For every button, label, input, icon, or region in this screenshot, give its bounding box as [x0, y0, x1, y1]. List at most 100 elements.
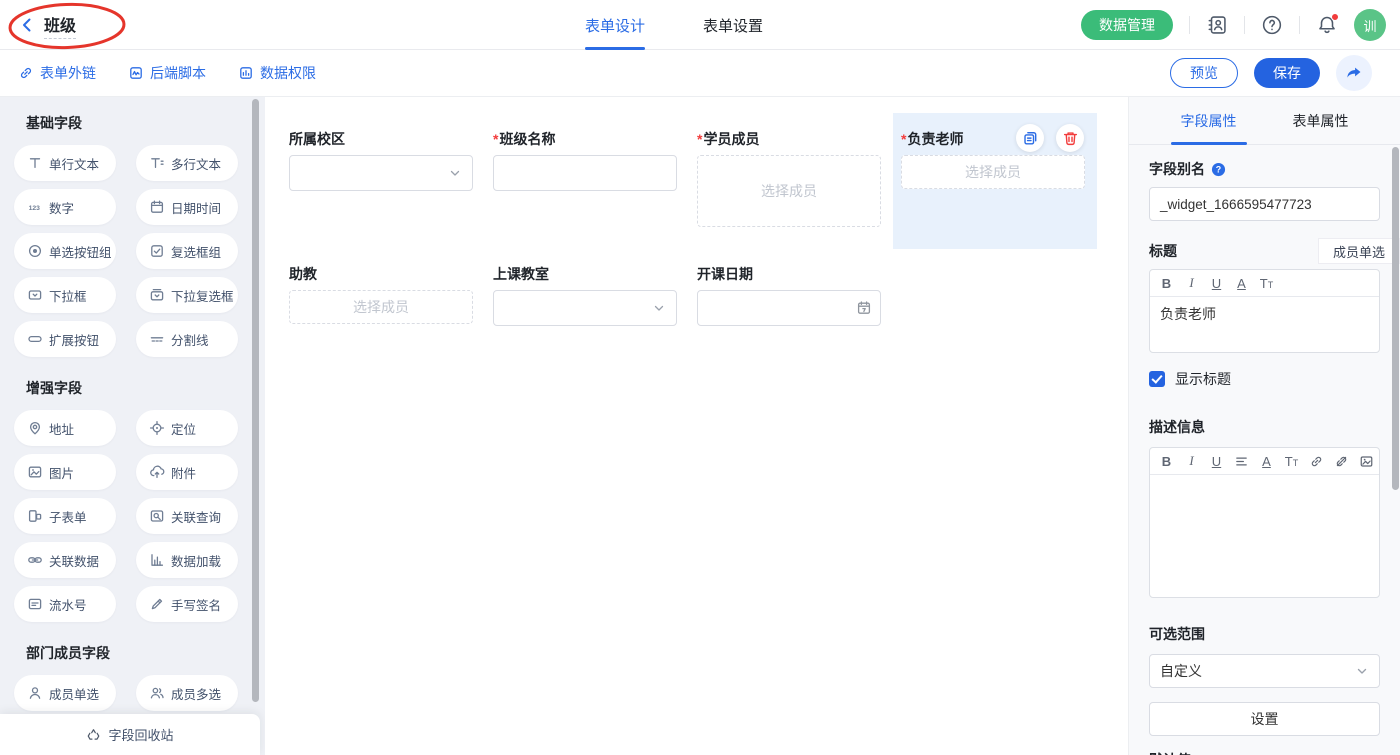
canvas-field[interactable]: 所属校区 [281, 113, 485, 249]
unlink-icon[interactable] [1329, 449, 1354, 474]
font-size-icon[interactable]: TT [1279, 449, 1304, 474]
palette-item-member-single[interactable]: 成员单选 [14, 675, 116, 711]
contacts-icon[interactable] [1206, 14, 1228, 36]
palette-item-serial-number[interactable]: 流水号 [14, 586, 116, 622]
notification-icon[interactable] [1316, 14, 1338, 36]
palette-item-extend-button[interactable]: 扩展按钮 [14, 321, 116, 357]
palette-item-divider[interactable]: 分割线 [136, 321, 238, 357]
italic-icon[interactable]: I [1179, 271, 1204, 296]
palette-item-image[interactable]: 图片 [14, 454, 116, 490]
member-multi-icon [149, 685, 165, 701]
preview-button[interactable]: 预览 [1170, 58, 1238, 88]
header-tab-form-settings[interactable]: 表单设置 [703, 0, 763, 50]
palette-item-member-multi[interactable]: 成员多选 [136, 675, 238, 711]
underline-icon[interactable]: U [1204, 271, 1229, 296]
sidebar-scrollbar[interactable] [252, 99, 259, 702]
palette-section-title: 基础字段 [26, 113, 251, 133]
duplicate-field-button[interactable] [1016, 124, 1044, 152]
canvas-field[interactable]: *负责老师 选择成员 [893, 113, 1097, 249]
checkbox-group-icon [149, 243, 165, 259]
align-icon[interactable] [1229, 449, 1254, 474]
canvas-field[interactable]: *班级名称 [485, 113, 689, 249]
optional-range-select[interactable]: 自定义 [1149, 654, 1380, 688]
field-member-box[interactable]: 选择成员 [697, 155, 881, 227]
canvas-field[interactable]: 开课日期 [689, 249, 893, 349]
underline-icon[interactable]: U [1204, 449, 1229, 474]
field-alias-input[interactable]: _widget_1666595477723 [1149, 187, 1380, 221]
font-color-icon[interactable]: A [1254, 449, 1279, 474]
toolbar-link-external-link[interactable]: 表单外链 [18, 63, 96, 83]
bold-icon[interactable]: B [1154, 449, 1179, 474]
field-member-box[interactable]: 选择成员 [901, 155, 1085, 189]
form-toolbar: 表单外链 后端脚本 数据权限 预览 保存 [0, 50, 1400, 97]
font-size-icon[interactable]: TT [1254, 271, 1279, 296]
field-recycle-bin[interactable]: 字段回收站 [0, 714, 260, 755]
field-label: 助教 [289, 266, 475, 282]
panel-tab-field-props[interactable]: 字段属性 [1181, 97, 1237, 144]
required-asterisk: * [493, 131, 498, 147]
show-title-label: 显示标题 [1175, 369, 1231, 389]
palette-item-related-data[interactable]: 关联数据 [14, 542, 116, 578]
font-color-icon[interactable]: A [1229, 271, 1254, 296]
save-button[interactable]: 保存 [1254, 58, 1320, 88]
palette-item-datetime[interactable]: 日期时间 [136, 189, 238, 225]
link-icon[interactable] [1304, 449, 1329, 474]
description-rich-editor: BIUATT [1149, 447, 1380, 598]
palette-item-subform[interactable]: 子表单 [14, 498, 116, 534]
palette-item-number[interactable]: 123数字 [14, 189, 116, 225]
palette-item-checkbox-group[interactable]: 复选框组 [136, 233, 238, 269]
notification-badge [1331, 13, 1339, 21]
share-forward-icon[interactable] [1336, 55, 1372, 91]
palette-item-multi-select[interactable]: 下拉复选框 [136, 277, 238, 313]
delete-field-button[interactable] [1056, 124, 1084, 152]
title-editor-content[interactable]: 负责老师 [1150, 297, 1379, 352]
avatar[interactable]: 训 [1354, 9, 1386, 41]
field-palette-sidebar: 基础字段 单行文本多行文本 123数字日期时间单选按钮组复选框组下拉框下拉复选框扩… [0, 97, 265, 755]
data-permission-icon [238, 65, 254, 81]
image-icon[interactable] [1354, 449, 1379, 474]
panel-scrollbar[interactable] [1392, 147, 1399, 490]
field-member-box[interactable]: 选择成员 [289, 290, 473, 324]
canvas-field[interactable]: *学员成员 选择成员 [689, 113, 893, 249]
datetime-icon [149, 199, 165, 215]
extend-button-icon [27, 331, 43, 347]
header-tab-form-design[interactable]: 表单设计 [585, 0, 645, 50]
data-manage-button[interactable]: 数据管理 [1081, 10, 1173, 40]
back-button[interactable]: 班级 [18, 12, 76, 39]
palette-item-address[interactable]: 地址 [14, 410, 116, 446]
field-select[interactable] [493, 290, 677, 326]
bold-icon[interactable]: B [1154, 271, 1179, 296]
chevron-down-icon [447, 165, 463, 181]
description-editor-content[interactable] [1150, 475, 1379, 597]
palette-item-radio-group[interactable]: 单选按钮组 [14, 233, 116, 269]
external-link-icon [18, 65, 34, 81]
field-select[interactable] [289, 155, 473, 191]
toolbar-link-script[interactable]: 后端脚本 [128, 63, 206, 83]
chevron-left-icon [18, 16, 36, 34]
palette-item-select[interactable]: 下拉框 [14, 277, 116, 313]
settings-button[interactable]: 设置 [1149, 702, 1380, 736]
form-design-canvas[interactable]: 所属校区 *班级名称 *学员成员 选择成员 *负责老师 选择成员 助教 选择成员… [265, 97, 1128, 755]
required-asterisk: * [901, 131, 906, 147]
serial-number-icon [27, 596, 43, 612]
recycle-icon [86, 727, 101, 742]
field-input[interactable] [493, 155, 677, 191]
field-label: *班级名称 [493, 131, 679, 147]
palette-item-signature[interactable]: 手写签名 [136, 586, 238, 622]
canvas-field[interactable]: 上课教室 [485, 249, 689, 349]
required-asterisk: * [697, 131, 702, 147]
palette-item-multi-line-text[interactable]: 多行文本 [136, 145, 238, 181]
show-title-checkbox[interactable] [1149, 371, 1165, 387]
canvas-field[interactable]: 助教 选择成员 [281, 249, 485, 349]
panel-tab-form-props[interactable]: 表单属性 [1293, 97, 1349, 144]
palette-item-attachment[interactable]: 附件 [136, 454, 238, 490]
question-circle-icon[interactable]: ? [1211, 162, 1226, 177]
toolbar-link-data-permission[interactable]: 数据权限 [238, 63, 316, 83]
palette-item-locate[interactable]: 定位 [136, 410, 238, 446]
field-date-input[interactable] [697, 290, 881, 326]
palette-item-single-line-text[interactable]: 单行文本 [14, 145, 116, 181]
help-icon[interactable] [1261, 14, 1283, 36]
italic-icon[interactable]: I [1179, 449, 1204, 474]
palette-item-related-query[interactable]: 关联查询 [136, 498, 238, 534]
palette-item-data-load[interactable]: 数据加载 [136, 542, 238, 578]
